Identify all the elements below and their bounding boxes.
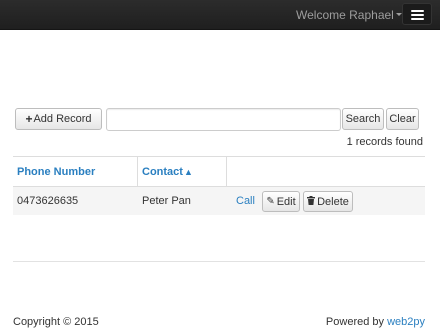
top-navbar: Welcome Raphael [0,0,440,30]
pencil-icon: ✎ [266,196,275,207]
records-found-count: 1 records found [346,136,423,148]
table-row: 0473626635 Peter Pan Call ✎ Edit Delete [13,186,425,215]
trash-icon [307,195,316,208]
footer-divider [13,261,425,262]
cell-contact: Peter Pan [142,195,191,207]
column-header-actions [227,157,425,186]
welcome-label: Welcome Raphael [296,8,394,22]
edit-label: Edit [276,195,296,208]
web2py-link[interactable]: web2py [387,316,425,328]
plus-icon: + [25,112,33,126]
column-header-contact[interactable]: Contact ▲ [138,157,227,186]
user-menu[interactable]: Welcome Raphael [296,8,402,22]
delete-label: Delete [317,195,349,208]
clear-button[interactable]: Clear [386,108,419,130]
column-header-label: Phone Number [17,165,96,178]
caret-down-icon [395,13,402,16]
column-header-label: Contact [142,165,183,178]
call-link[interactable]: Call [236,195,255,207]
add-record-label: Add Record [33,113,92,125]
search-button[interactable]: Search [342,108,384,130]
delete-button[interactable]: Delete [303,191,353,212]
copyright-text: Copyright © 2015 [13,316,99,328]
edit-button[interactable]: ✎ Edit [262,191,300,212]
sort-ascending-icon: ▲ [183,166,193,177]
menu-toggle-button[interactable] [402,3,432,25]
search-input[interactable] [106,108,341,131]
table-header: Phone Number Contact ▲ [13,156,425,186]
add-record-button[interactable]: + Add Record [15,108,102,130]
powered-by-label: Powered by [325,316,385,328]
column-header-phone-number[interactable]: Phone Number [13,157,138,186]
cell-phone-number: 0473626635 [17,195,79,207]
powered-by: Powered by web2py [326,316,425,328]
